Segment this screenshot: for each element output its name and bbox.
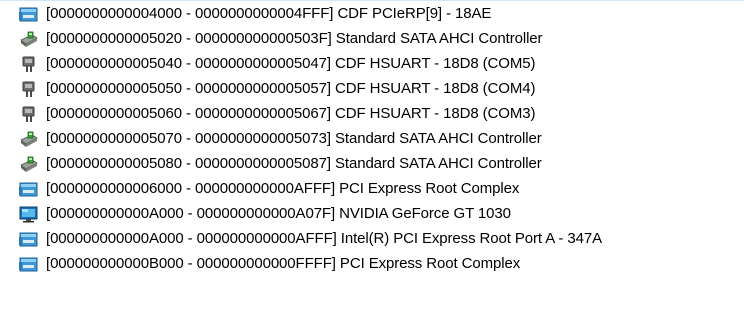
tree-item[interactable]: [000000000000A000 - 000000000000AFFF] In… bbox=[0, 227, 744, 251]
pci-bus-icon bbox=[19, 181, 38, 198]
pci-bus-icon bbox=[19, 256, 38, 273]
tree-item[interactable]: [0000000000005040 - 0000000000005047] CD… bbox=[0, 52, 744, 76]
tree-item-label: [0000000000005060 - 0000000000005067] CD… bbox=[46, 105, 536, 122]
tree-item-label: [0000000000006000 - 000000000000AFFF] PC… bbox=[46, 180, 520, 197]
serial-port-icon bbox=[19, 81, 38, 98]
tree-item[interactable]: [0000000000005080 - 0000000000005087] St… bbox=[0, 152, 744, 176]
storage-controller-icon bbox=[19, 131, 38, 148]
tree-item-label: [0000000000005050 - 0000000000005057] CD… bbox=[46, 80, 536, 97]
tree-item-label: [0000000000004000 - 0000000000004FFF] CD… bbox=[46, 5, 492, 22]
pci-bus-icon bbox=[19, 231, 38, 248]
tree-item[interactable]: [0000000000005050 - 0000000000005057] CD… bbox=[0, 77, 744, 101]
tree-item-label: [000000000000B000 - 000000000000FFFF] PC… bbox=[46, 255, 521, 272]
serial-port-icon bbox=[19, 106, 38, 123]
tree-item[interactable]: [0000000000005060 - 0000000000005067] CD… bbox=[0, 102, 744, 126]
selection-edge bbox=[0, 0, 744, 1]
storage-controller-icon bbox=[19, 31, 38, 48]
tree-item[interactable]: [0000000000004000 - 0000000000004FFF] CD… bbox=[0, 2, 744, 26]
pci-bus-icon bbox=[19, 6, 38, 23]
serial-port-icon bbox=[19, 56, 38, 73]
device-resource-tree: [0000000000004000 - 0000000000004FFF] CD… bbox=[0, 0, 744, 331]
tree-item-label: [0000000000005070 - 0000000000005073] St… bbox=[46, 130, 542, 147]
tree-item-label: [0000000000005040 - 0000000000005047] CD… bbox=[46, 55, 536, 72]
tree-item[interactable]: [0000000000005020 - 000000000000503F] St… bbox=[0, 27, 744, 51]
tree-item-label: [000000000000A000 - 000000000000AFFF] In… bbox=[46, 230, 602, 247]
tree-item[interactable]: [0000000000005070 - 0000000000005073] St… bbox=[0, 127, 744, 151]
tree-item-label: [0000000000005020 - 000000000000503F] St… bbox=[46, 30, 543, 47]
storage-controller-icon bbox=[19, 156, 38, 173]
tree-item-label: [0000000000005080 - 0000000000005087] St… bbox=[46, 155, 542, 172]
tree-item[interactable]: [000000000000A000 - 000000000000A07F] NV… bbox=[0, 202, 744, 226]
tree-item[interactable]: [000000000000B000 - 000000000000FFFF] PC… bbox=[0, 252, 744, 276]
tree-item-label: [000000000000A000 - 000000000000A07F] NV… bbox=[46, 205, 511, 222]
display-adapter-icon bbox=[19, 206, 38, 223]
tree-item[interactable]: [0000000000006000 - 000000000000AFFF] PC… bbox=[0, 177, 744, 201]
